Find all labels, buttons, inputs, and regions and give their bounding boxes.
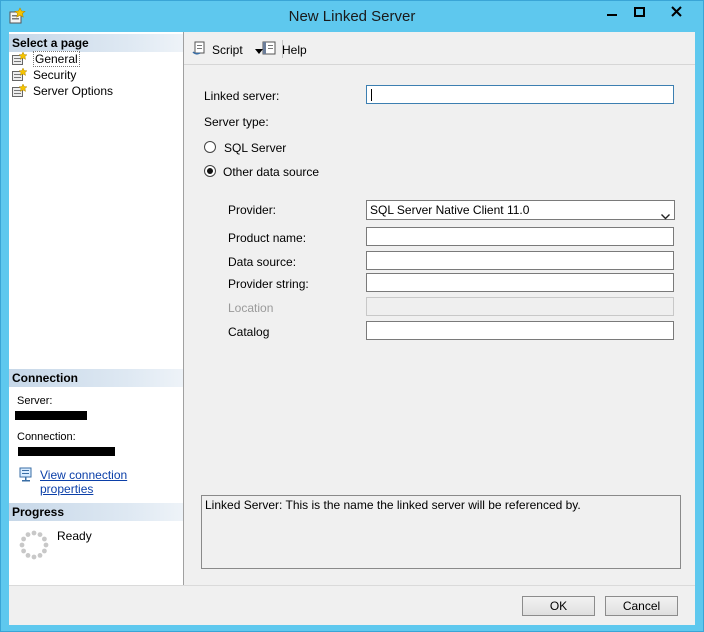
page-item-label: Security bbox=[33, 68, 77, 82]
close-button[interactable] bbox=[654, 1, 699, 22]
help-icon bbox=[262, 40, 282, 59]
description-box: Linked Server: This is the name the link… bbox=[201, 495, 681, 569]
window-title: New Linked Server bbox=[288, 8, 416, 25]
provider-string-label: Provider string: bbox=[228, 277, 309, 291]
chevron-down-icon bbox=[661, 207, 670, 225]
page-item-server-options[interactable]: Server Options bbox=[12, 83, 113, 99]
progress-status: Ready bbox=[57, 529, 92, 543]
other-data-source-radio[interactable] bbox=[204, 165, 216, 177]
select-page-header: Select a page bbox=[9, 34, 183, 52]
provider-select[interactable]: SQL Server Native Client 11.0 bbox=[366, 200, 675, 220]
radio-selected-dot bbox=[207, 168, 213, 174]
page-icon bbox=[12, 83, 28, 98]
location-label: Location bbox=[228, 301, 274, 315]
minimize-icon bbox=[606, 7, 617, 17]
linked-server-input[interactable] bbox=[366, 85, 674, 104]
button-bar: OK Cancel bbox=[9, 585, 695, 625]
maximize-icon bbox=[633, 6, 645, 17]
connection-label: Connection: bbox=[17, 431, 76, 443]
close-icon bbox=[671, 6, 682, 17]
cancel-button[interactable]: Cancel bbox=[605, 596, 678, 616]
right-pane: Script Help Linked server: Server type: … bbox=[184, 32, 695, 585]
linked-server-label: Linked server: bbox=[204, 89, 280, 103]
page-item-general[interactable]: General bbox=[12, 51, 80, 67]
catalog-label: Catalog bbox=[228, 325, 270, 339]
redacted-server-name bbox=[15, 411, 87, 420]
product-name-input[interactable] bbox=[366, 227, 674, 246]
ok-button[interactable]: OK bbox=[522, 596, 595, 616]
dialog-client-area: Select a page General Security Server Op… bbox=[9, 32, 695, 625]
location-input bbox=[366, 297, 674, 316]
server-label: Server: bbox=[17, 395, 53, 407]
help-button[interactable]: Help bbox=[262, 40, 307, 59]
script-icon bbox=[192, 40, 212, 59]
script-label: Script bbox=[212, 42, 243, 57]
provider-label: Provider: bbox=[228, 203, 277, 217]
view-connection-properties-link[interactable]: View connection properties bbox=[40, 468, 183, 496]
provider-string-input[interactable] bbox=[366, 273, 674, 292]
toolbar: Script Help bbox=[184, 32, 695, 65]
title-bar[interactable]: New Linked Server bbox=[1, 1, 703, 32]
progress-header: Progress bbox=[9, 503, 183, 521]
redacted-connection-name bbox=[18, 447, 115, 456]
dialog-window: New Linked Server Select a page General bbox=[0, 0, 704, 632]
page-item-security[interactable]: Security bbox=[12, 67, 76, 83]
description-text: Linked Server: This is the name the link… bbox=[205, 498, 581, 512]
maximize-button[interactable] bbox=[626, 1, 652, 22]
script-button[interactable]: Script bbox=[192, 40, 267, 59]
page-item-label: General bbox=[33, 51, 80, 67]
page-icon bbox=[12, 51, 28, 66]
progress-spinner-icon bbox=[18, 529, 50, 561]
provider-selected-value: SQL Server Native Client 11.0 bbox=[370, 203, 530, 217]
connection-properties-icon bbox=[19, 466, 35, 482]
product-name-label: Product name: bbox=[228, 231, 307, 245]
sql-server-radio-label[interactable]: SQL Server bbox=[224, 141, 286, 155]
data-source-label: Data source: bbox=[228, 255, 297, 269]
data-source-input[interactable] bbox=[366, 251, 674, 270]
left-pane: Select a page General Security Server Op… bbox=[9, 32, 184, 585]
sql-server-radio[interactable] bbox=[204, 141, 216, 153]
catalog-input[interactable] bbox=[366, 321, 674, 340]
page-icon bbox=[12, 67, 28, 82]
text-caret bbox=[371, 89, 372, 101]
connection-header: Connection bbox=[9, 369, 183, 387]
help-label: Help bbox=[282, 42, 307, 57]
server-type-label: Server type: bbox=[204, 115, 269, 129]
other-data-source-radio-label[interactable]: Other data source bbox=[223, 165, 319, 179]
page-item-label: Server Options bbox=[33, 84, 114, 98]
minimize-button[interactable] bbox=[599, 1, 624, 22]
